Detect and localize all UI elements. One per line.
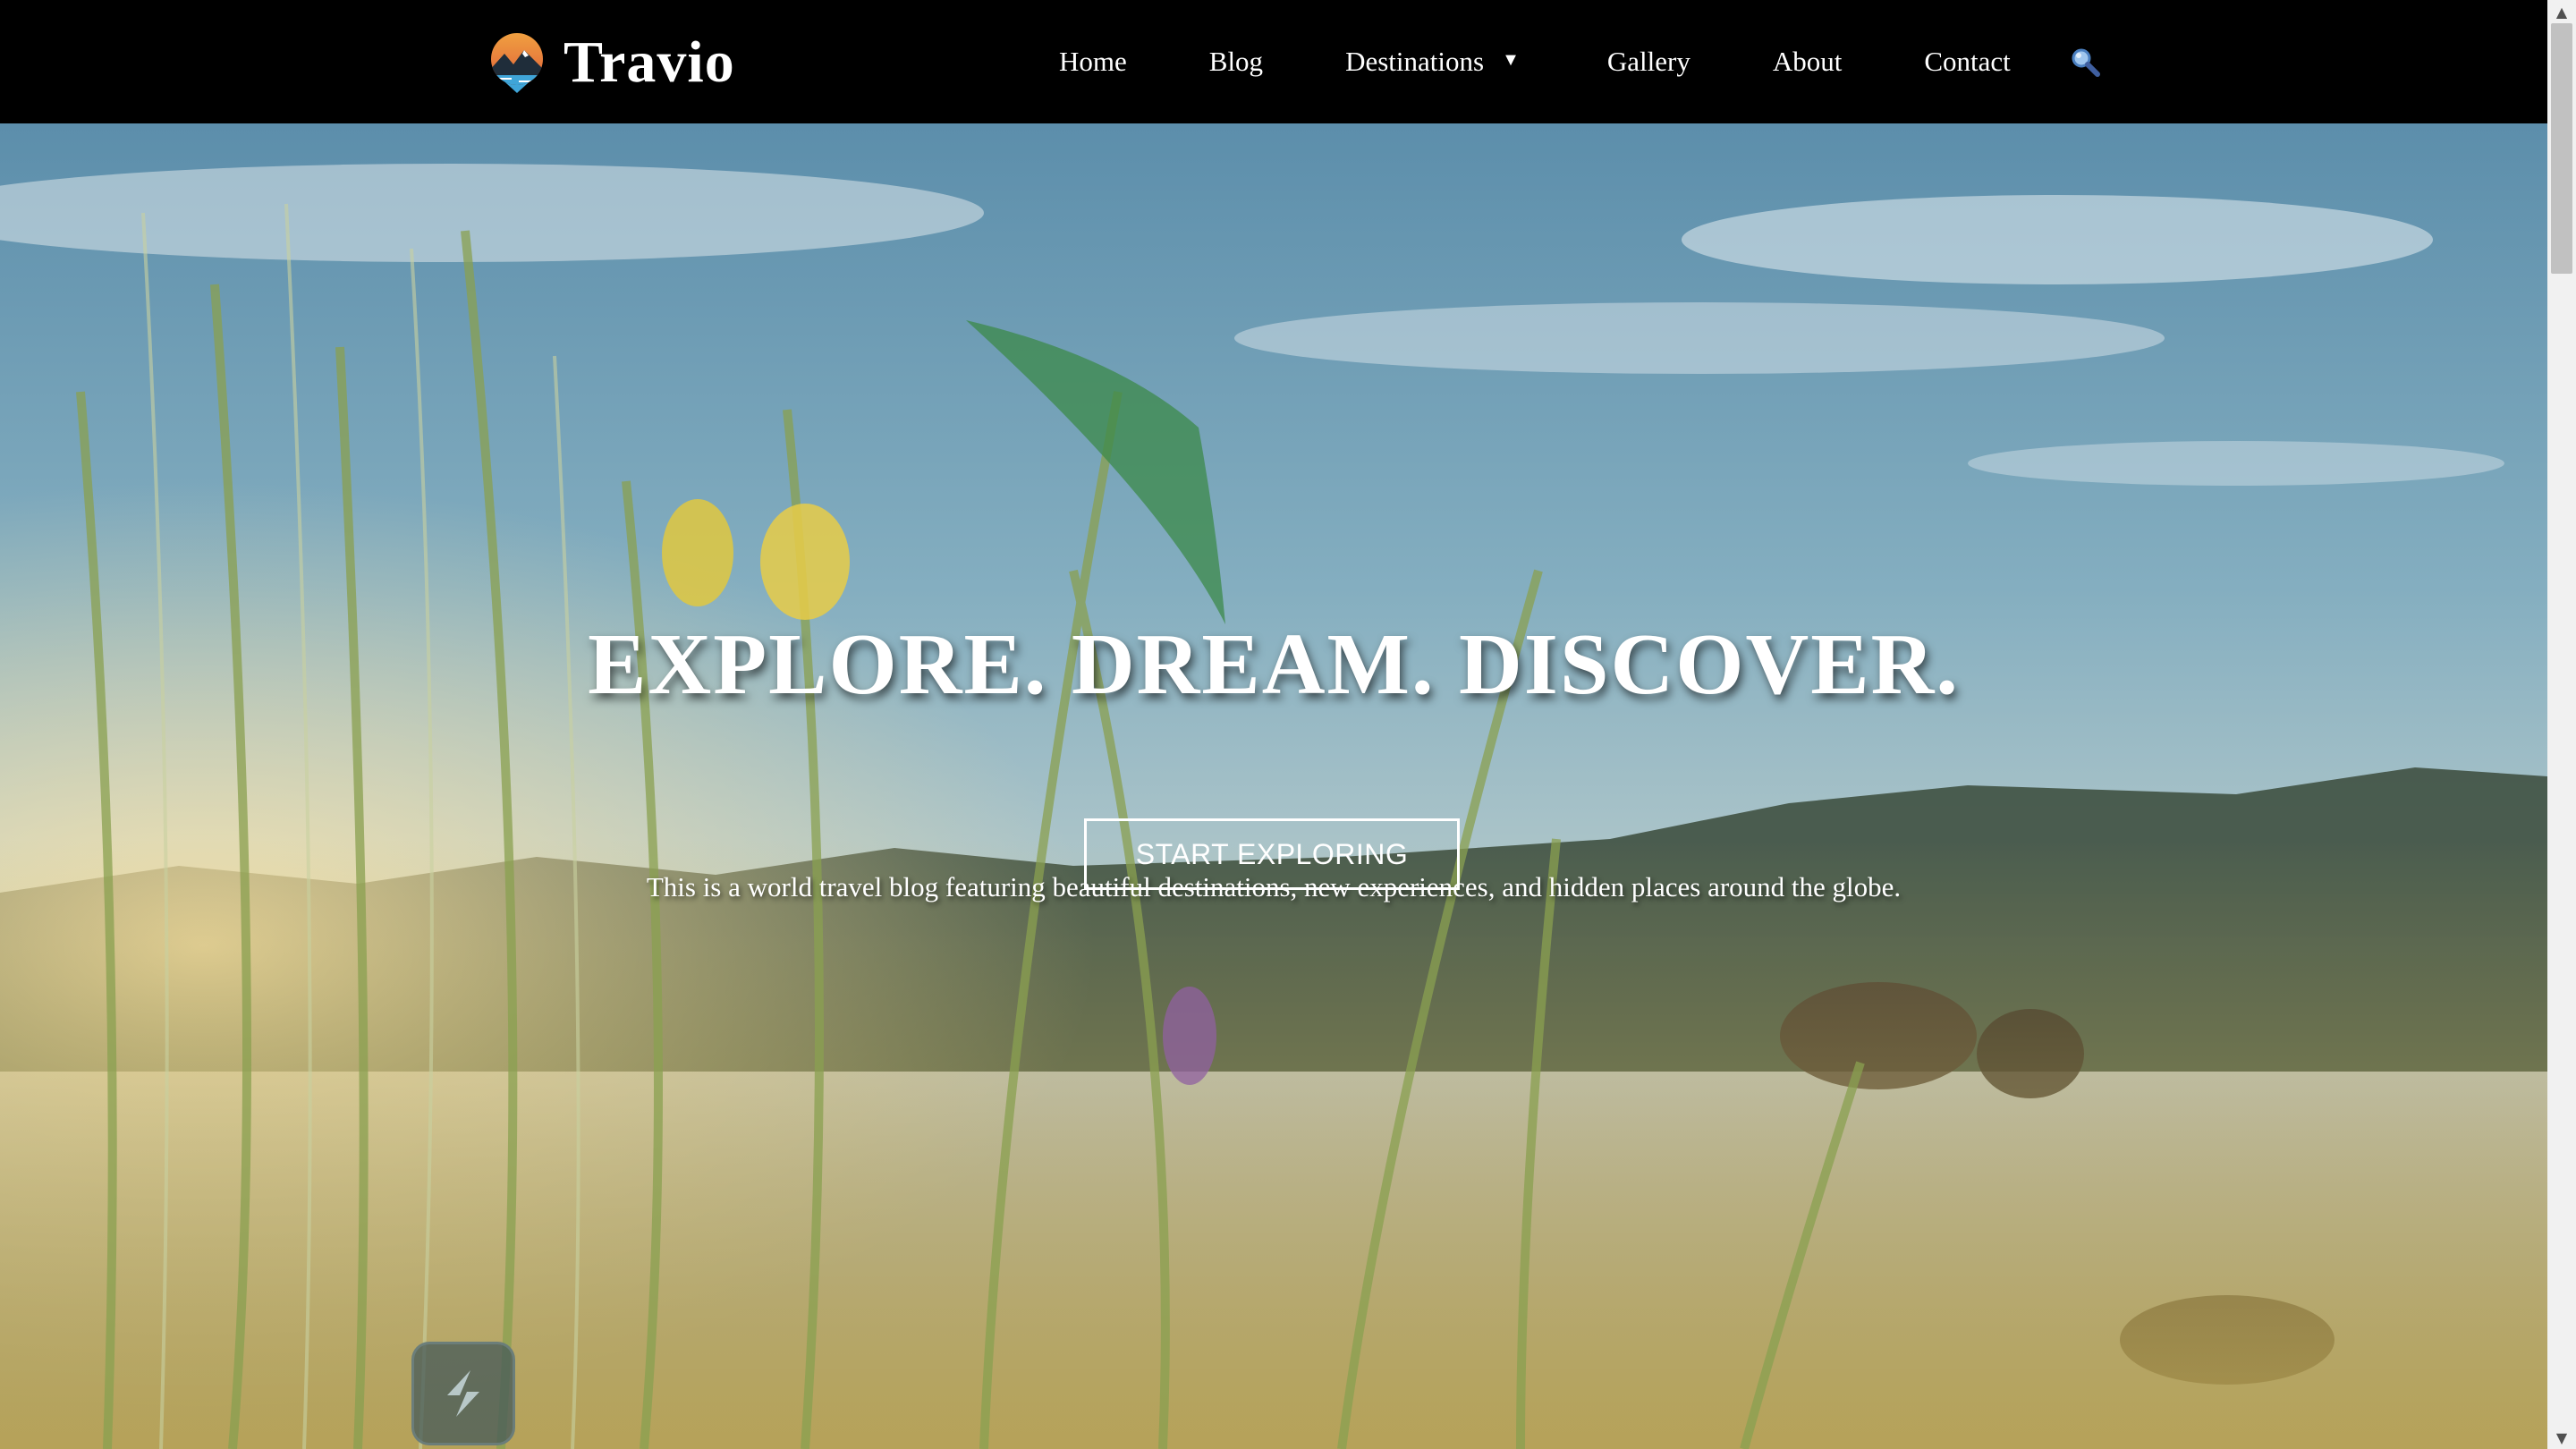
hero-background-image [0, 123, 2547, 1449]
nav-destinations-label: Destinations [1345, 46, 1485, 77]
nav-contact-link[interactable]: Contact [1924, 46, 2010, 78]
nav-home-link[interactable]: Home [1059, 46, 1127, 78]
scrollbar-thumb[interactable] [2551, 23, 2572, 274]
nav-blog-link[interactable]: Blog [1209, 46, 1263, 78]
brand-name: Travio [564, 30, 735, 95]
hero-title: EXPLORE. DREAM. DISCOVER. [588, 616, 1960, 713]
slash-logo-icon [447, 1370, 479, 1417]
brand-logo-link[interactable]: Travio [488, 30, 735, 95]
search-icon[interactable] [2070, 47, 2100, 77]
nav-about-link[interactable]: About [1773, 46, 1843, 78]
vertical-scrollbar[interactable]: ▲ ▼ [2547, 0, 2576, 1449]
nav-destinations-dropdown[interactable]: Destinations ▼ [1345, 46, 1520, 78]
nav-gallery-link[interactable]: Gallery [1607, 46, 1690, 78]
floating-widget-button[interactable] [411, 1342, 515, 1445]
hero-section: EXPLORE. DREAM. DISCOVER. This is a worl… [0, 123, 2547, 1449]
start-exploring-button[interactable]: START EXPLORING [1084, 818, 1460, 890]
page-viewport: Travio Home Blog Destinations ▼ Gallery … [0, 0, 2547, 1449]
main-navigation: Home Blog Destinations ▼ Gallery About C… [1059, 0, 2100, 123]
scroll-down-arrow-icon[interactable]: ▼ [2547, 1426, 2576, 1449]
caret-down-icon: ▼ [1502, 49, 1520, 70]
navbar: Travio Home Blog Destinations ▼ Gallery … [0, 0, 2547, 123]
scroll-up-arrow-icon[interactable]: ▲ [2547, 0, 2576, 23]
mountain-sun-logo-icon [491, 33, 543, 93]
